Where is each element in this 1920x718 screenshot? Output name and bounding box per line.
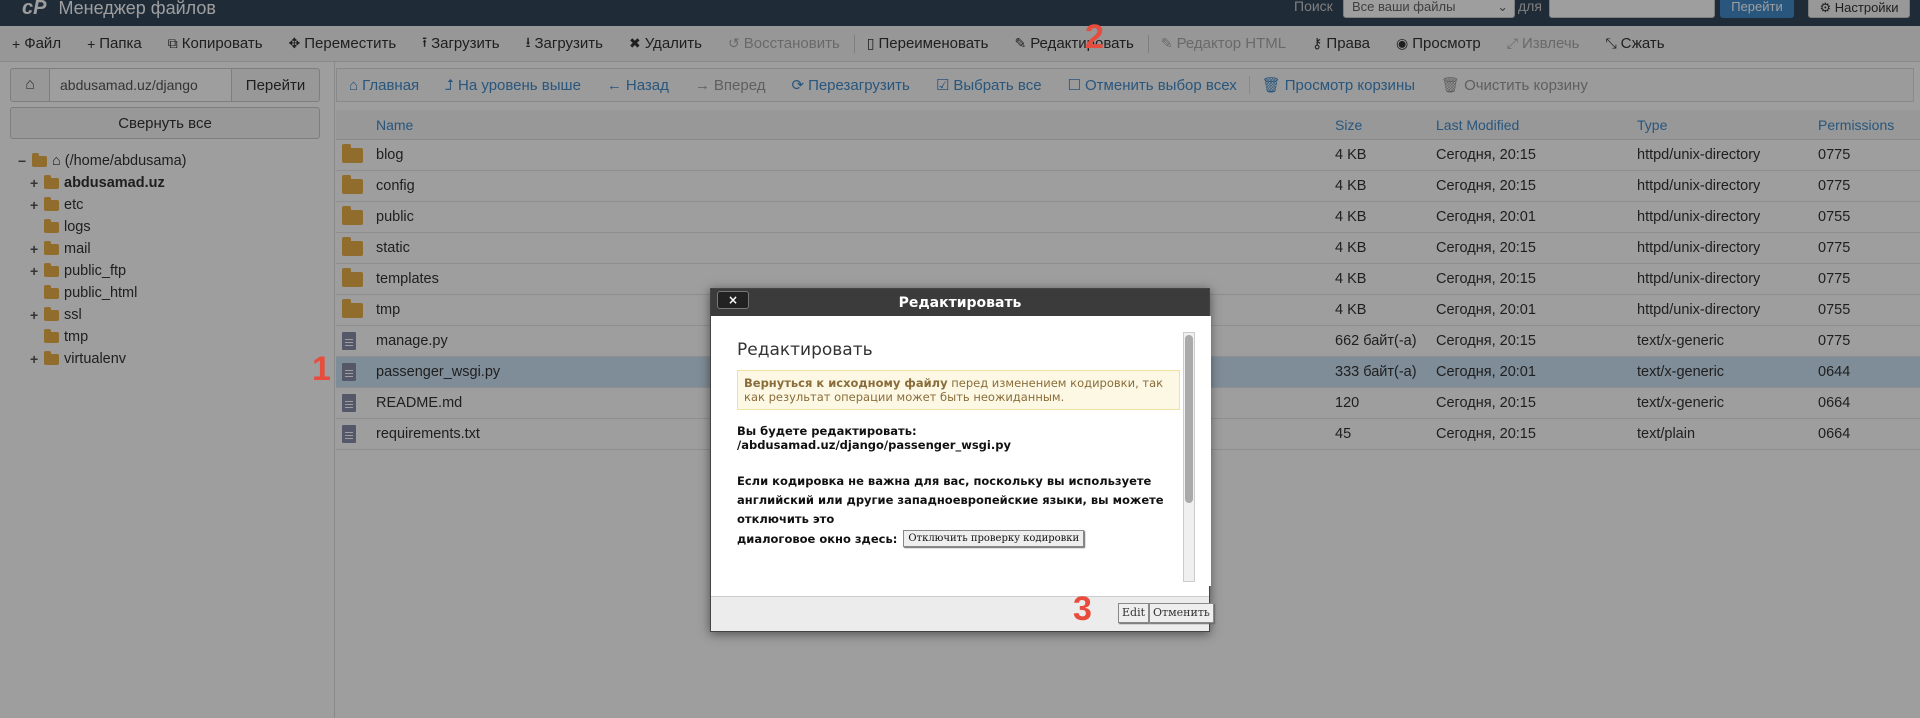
disable-encoding-check-button[interactable]: Отключить проверку кодировки — [903, 530, 1085, 547]
marker-2: 2 — [1085, 18, 1104, 56]
edit-info: Вы будете редактировать: /abdusamad.uz/d… — [737, 424, 1011, 452]
dialog-header: × Редактировать — [711, 289, 1209, 316]
encoding-text: Если кодировка не важна для вас, посколь… — [737, 474, 1164, 526]
edit-info-path: /abdusamad.uz/django/passenger_wsgi.py — [737, 438, 1011, 452]
dialog-scrollbar[interactable] — [1183, 332, 1195, 582]
edit-dialog: × Редактировать Редактировать Вернуться … — [710, 288, 1214, 632]
cancel-button[interactable]: Отменить — [1149, 603, 1214, 623]
scrollbar-thumb[interactable] — [1185, 335, 1193, 503]
marker-1: 1 — [312, 350, 331, 388]
dialog-body: Редактировать Вернуться к исходному файл… — [711, 316, 1211, 586]
revert-link[interactable]: Вернуться к исходному файлу — [744, 376, 948, 390]
dialog-footer: 3 Edit Отменить — [711, 590, 1214, 631]
edit-button[interactable]: Edit — [1118, 603, 1150, 623]
encoding-warning: Вернуться к исходному файлу перед измене… — [737, 370, 1180, 410]
edit-info-label: Вы будете редактировать: — [737, 424, 917, 438]
dialog-header-title: Редактировать — [898, 294, 1022, 311]
close-icon[interactable]: × — [717, 291, 749, 309]
encoding-row: диалоговое окно здесь: Отключить проверк… — [737, 530, 1085, 547]
marker-3: 3 — [1073, 590, 1092, 628]
dialog-title: Редактировать — [737, 340, 873, 360]
encoding-row-label: диалоговое окно здесь: — [737, 531, 898, 546]
